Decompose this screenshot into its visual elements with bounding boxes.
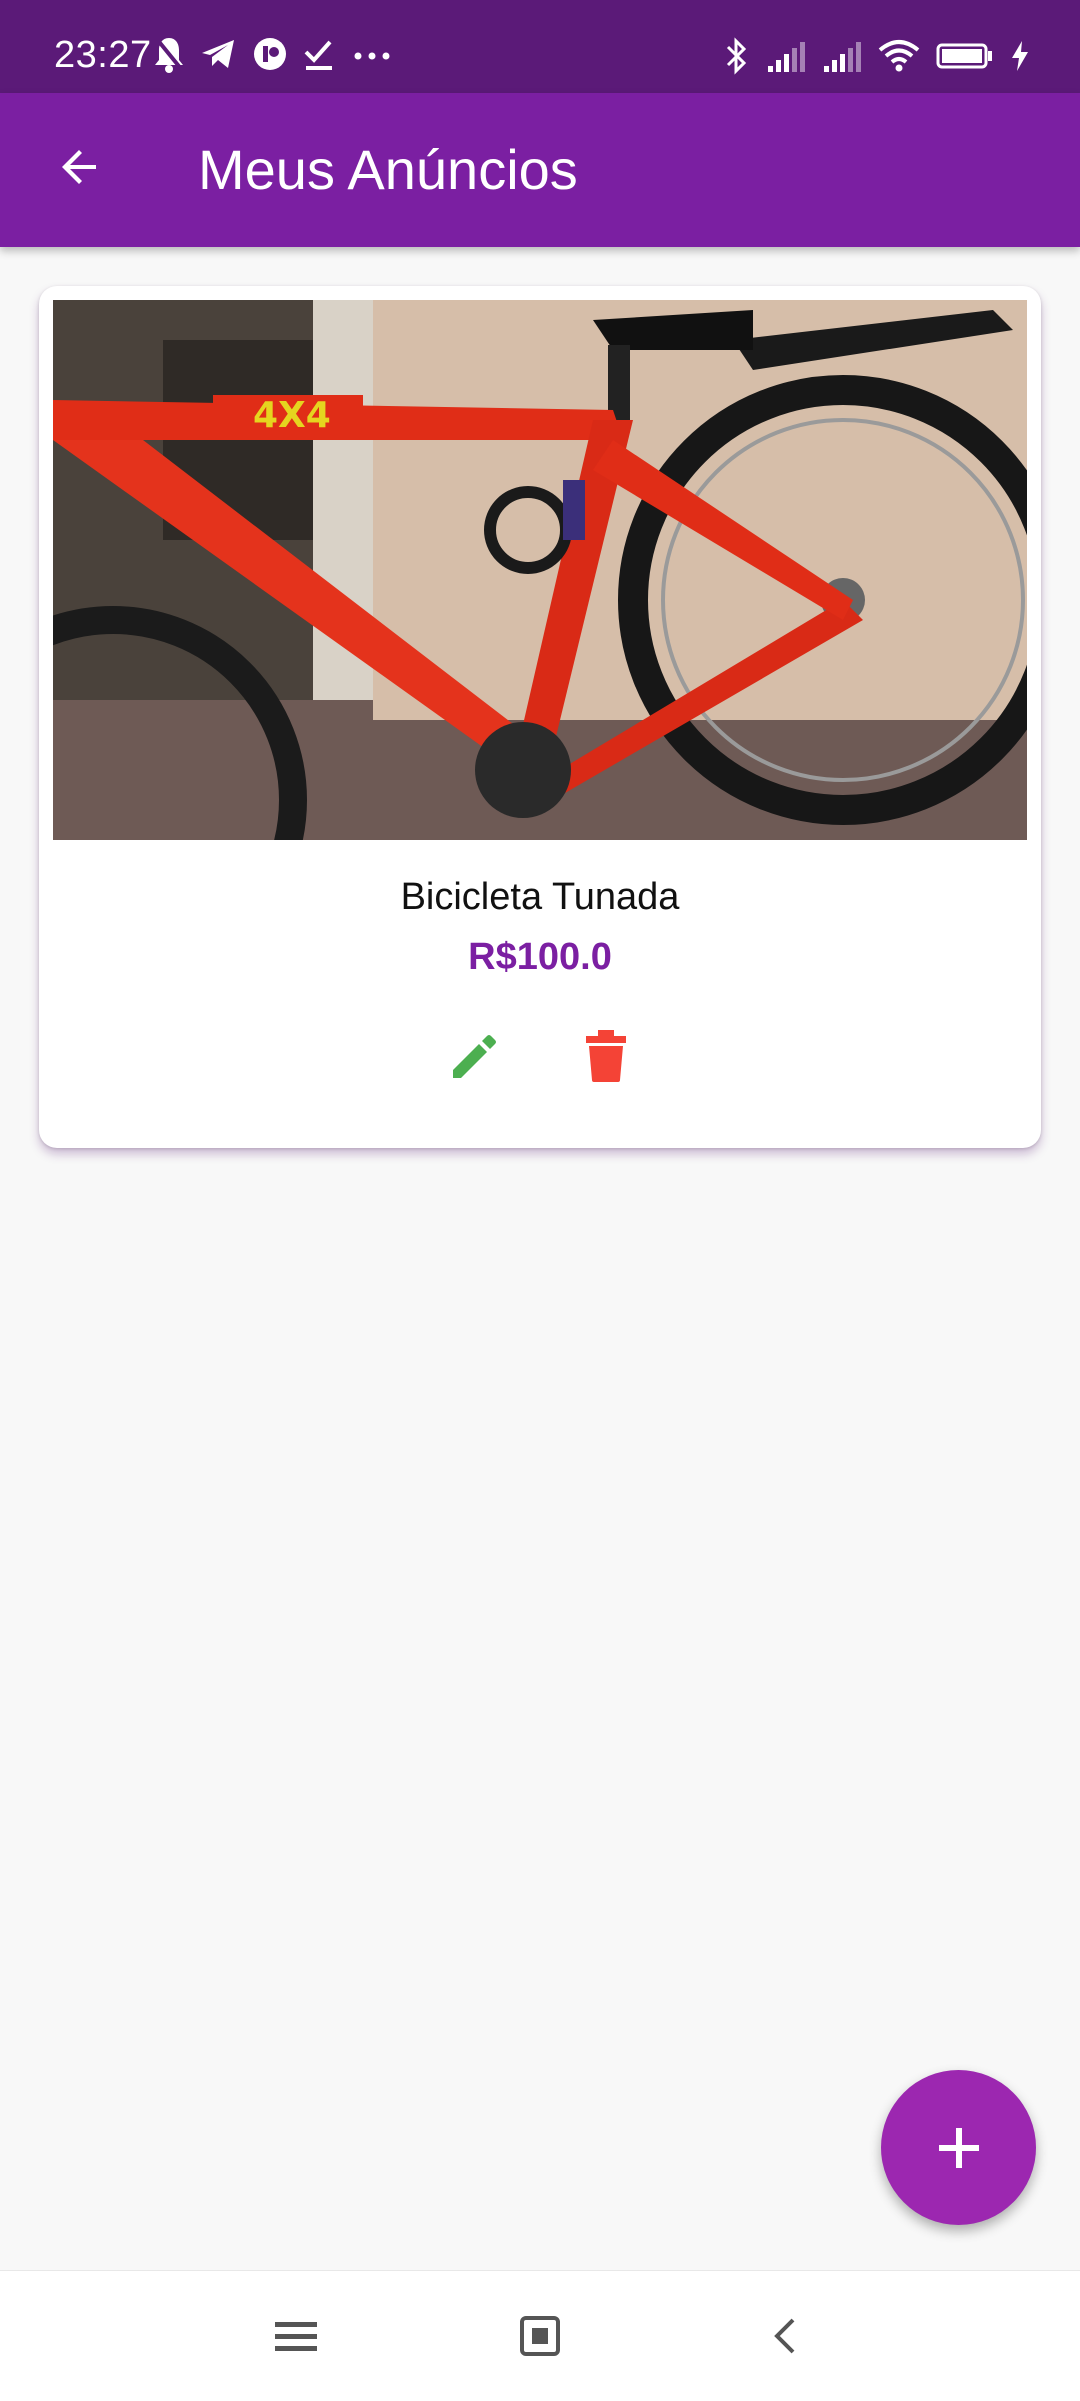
add-listing-button[interactable] [881,2070,1036,2225]
signal-icon [768,42,805,72]
signal-icon [824,42,861,72]
back-chevron-icon [774,2318,795,2354]
arrow-back-icon [62,150,96,184]
pencil-icon [453,1035,496,1078]
nav-menu-button[interactable] [266,2306,326,2366]
page-title: Meus Anúncios [198,138,578,201]
back-button[interactable] [44,131,116,203]
app-icon [254,38,286,70]
status-time: 23:27 [54,34,152,76]
system-nav-bar [0,2270,1080,2401]
menu-icon [275,2322,317,2351]
wifi-icon [878,40,920,72]
edit-button[interactable] [440,1021,510,1091]
battery-icon [936,43,992,69]
task-check-icon [304,40,332,70]
silent-bell-icon [154,36,184,73]
status-left-icons [152,34,394,74]
home-square-icon [520,2316,560,2356]
delete-button[interactable] [571,1021,641,1091]
nav-home-button[interactable] [510,2306,570,2366]
telegram-icon [202,40,234,68]
charging-icon [1012,41,1028,71]
status-bar: 23:27 [0,0,1080,93]
listing-title: Bicicleta Tunada [400,876,680,918]
status-right-icons [724,36,1030,76]
more-dots-icon [354,52,390,60]
listing-image: 4X4 [53,300,1027,840]
bluetooth-icon [726,37,747,75]
trash-icon [586,1030,626,1082]
plus-icon [938,2127,979,2168]
nav-back-button[interactable] [754,2306,814,2366]
app-bar: Meus Anúncios [0,93,1080,247]
listing-card[interactable]: 4X4 Bicicleta Tunada R$100.0 [39,286,1041,1148]
listing-price: R$100.0 [468,936,612,978]
svg-text:4X4: 4X4 [253,395,331,436]
